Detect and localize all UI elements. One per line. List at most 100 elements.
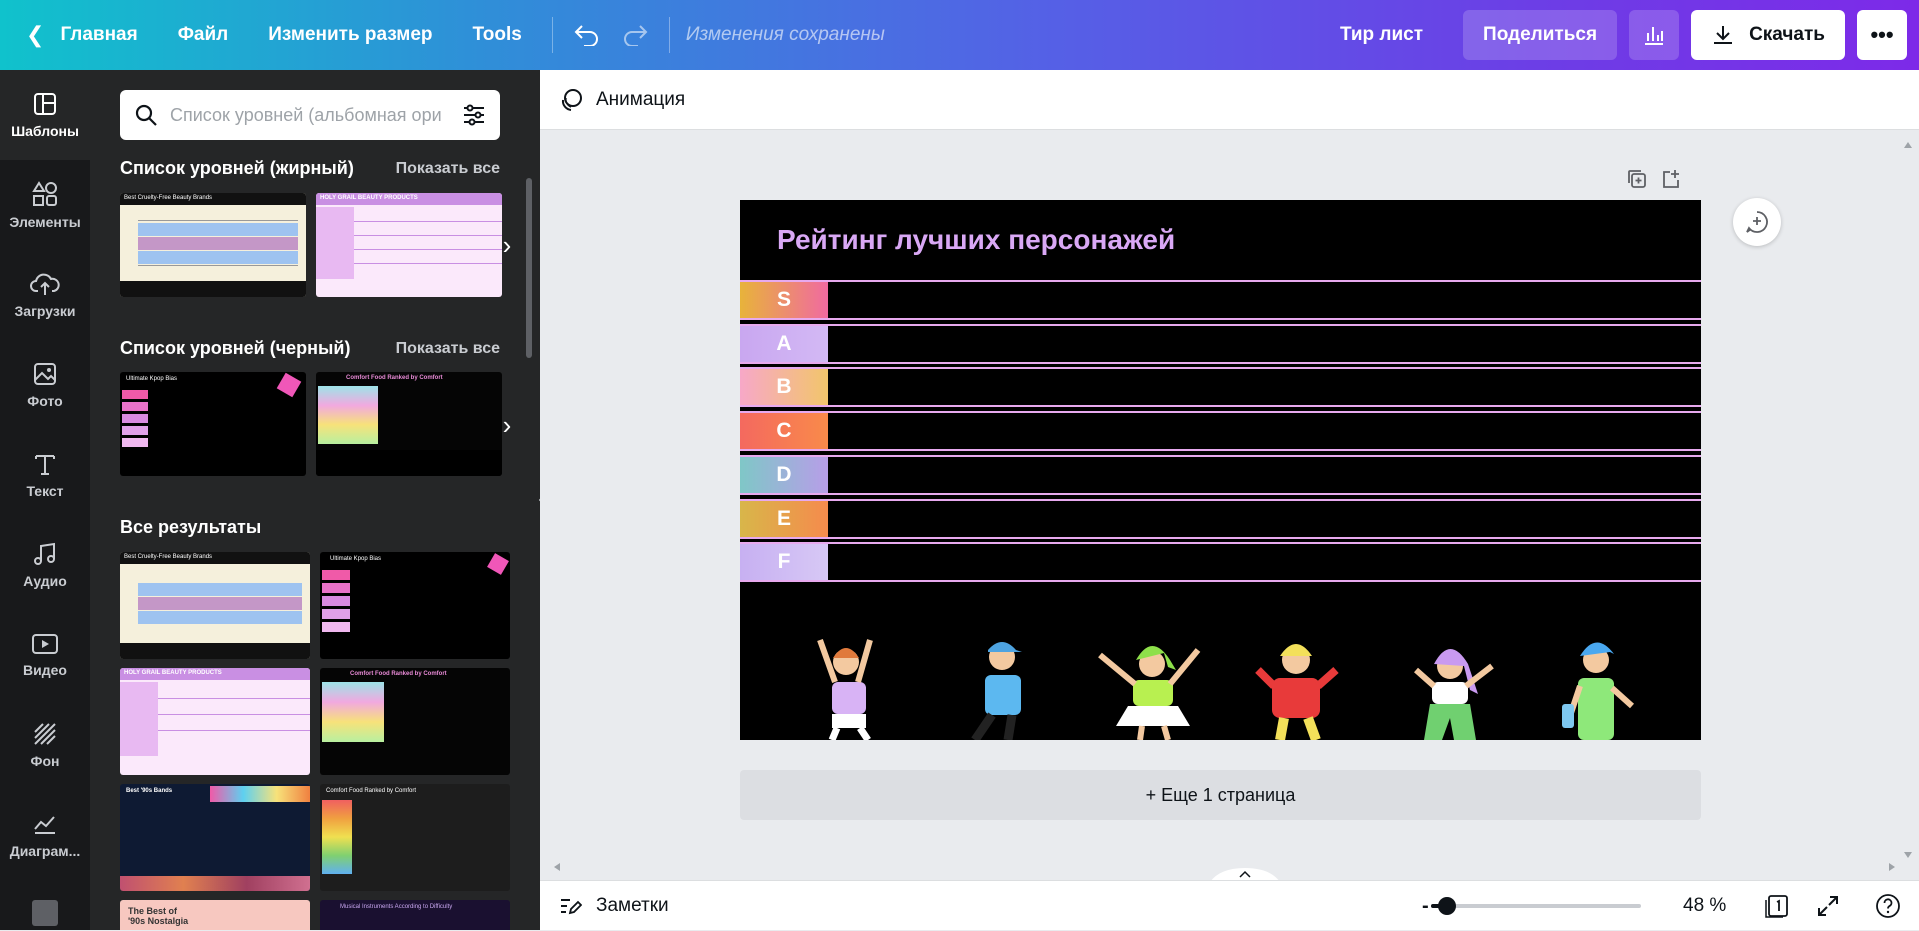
section-title: Список уровней (жирный): [120, 158, 354, 178]
template-thumbnail[interactable]: Best Cruelty-Free Beauty Brands: [120, 193, 306, 297]
add-comment-button[interactable]: [1733, 198, 1781, 246]
elements-icon: [32, 181, 57, 206]
show-all-link[interactable]: Показать все: [396, 160, 500, 178]
rail-label: Фон: [30, 753, 60, 769]
thumb-title: Musical Instruments According to Difficu…: [340, 904, 453, 910]
tier-row[interactable]: A: [740, 323, 1701, 364]
rail-item-elements[interactable]: Элементы: [0, 160, 90, 250]
tier-label[interactable]: B: [740, 369, 828, 406]
rail-item-video[interactable]: Видео: [0, 610, 90, 700]
more-options-button[interactable]: •••: [1857, 10, 1907, 60]
tier-row[interactable]: F: [740, 542, 1701, 583]
show-all-link[interactable]: Показать все: [396, 340, 500, 358]
redo-icon[interactable]: [611, 11, 659, 59]
animation-icon[interactable]: [558, 87, 584, 113]
text-icon: [35, 455, 55, 475]
zoom-slider[interactable]: [1430, 897, 1641, 915]
thumb-title: Ultimate Kpop Bias: [330, 556, 382, 562]
next-arrow-icon[interactable]: ›: [492, 220, 522, 270]
thumb-title: Best Cruelty-Free Beauty Brands: [120, 193, 306, 205]
design-name[interactable]: Тир лист: [1340, 24, 1423, 46]
page-count-icon[interactable]: [1760, 889, 1794, 923]
tier-label[interactable]: E: [740, 500, 828, 537]
top-bar-actions: Тир лист Поделиться Скачать •••: [1340, 0, 1919, 70]
zoom-out-icon[interactable]: -: [1422, 895, 1429, 918]
character-1: [817, 638, 873, 740]
help-icon[interactable]: [1871, 889, 1905, 923]
rail-item-templates[interactable]: Шаблоны: [0, 70, 90, 160]
template-thumbnail[interactable]: Ultimate Kpop Bias: [320, 552, 510, 659]
tools-menu[interactable]: Tools: [453, 0, 542, 70]
animation-button[interactable]: Анимация: [596, 89, 685, 111]
add-page-icon[interactable]: [1654, 162, 1688, 196]
download-button[interactable]: Скачать: [1691, 10, 1845, 60]
panel-scrollbar[interactable]: [526, 178, 532, 358]
qr-code-icon[interactable]: [32, 900, 58, 926]
tier-label[interactable]: F: [740, 544, 828, 581]
upload-cloud-icon: [30, 273, 60, 295]
home-label: Главная: [60, 24, 138, 45]
undo-icon[interactable]: [563, 11, 611, 59]
tier-row[interactable]: B: [740, 367, 1701, 408]
rail-item-background[interactable]: Фон: [0, 700, 90, 790]
template-thumbnail[interactable]: Ultimate Kpop Bias: [120, 372, 306, 476]
character-2: [971, 642, 1022, 740]
design-page[interactable]: Рейтинг лучших персонажей SABCDEF: [740, 200, 1701, 740]
rail-label: Диаграм...: [9, 843, 81, 859]
tier-label[interactable]: A: [740, 325, 828, 362]
next-arrow-icon[interactable]: ›: [492, 400, 522, 450]
template-thumbnail[interactable]: The Best of '90s Nostalgia: [120, 900, 310, 930]
rail-item-photos[interactable]: Фото: [0, 340, 90, 430]
template-thumbnail[interactable]: Best Cruelty-Free Beauty Brands: [120, 552, 310, 659]
character-4: [1255, 644, 1339, 740]
resize-button[interactable]: Изменить размер: [248, 0, 452, 70]
home-button[interactable]: ❮ Главная: [0, 0, 158, 70]
section-title: Все результаты: [120, 517, 262, 537]
rail-label: Шаблоны: [11, 123, 79, 139]
video-icon: [32, 634, 58, 654]
tier-row[interactable]: E: [740, 498, 1701, 539]
notes-button[interactable]: Заметки: [558, 894, 669, 918]
template-thumbnail[interactable]: Musical Instruments According to Difficu…: [320, 900, 510, 930]
thumb-title: Comfort Food Ranked by Comfort: [346, 375, 443, 381]
tier-row[interactable]: D: [740, 454, 1701, 495]
template-thumbnail[interactable]: HOLY GRAIL BEAUTY PRODUCTS: [316, 193, 502, 297]
vertical-scrollbar[interactable]: [1903, 140, 1913, 860]
filter-icon[interactable]: [462, 103, 486, 127]
chart-icon: [34, 816, 55, 834]
rail-item-uploads[interactable]: Загрузки: [0, 250, 90, 340]
save-status: Изменения сохранены: [685, 24, 885, 45]
duplicate-page-icon[interactable]: [1620, 162, 1654, 196]
characters-illustration[interactable]: [740, 620, 1701, 740]
search-input[interactable]: [170, 104, 462, 126]
thumb-title: HOLY GRAIL BEAUTY PRODUCTS: [120, 668, 310, 680]
template-thumbnail[interactable]: Comfort Food Ranked by Comfort: [320, 784, 510, 891]
template-thumbnail[interactable]: Comfort Food Ranked by Comfort: [320, 668, 510, 775]
zoom-slider-handle[interactable]: [1438, 897, 1457, 915]
zoom-percentage[interactable]: 48 %: [1683, 895, 1726, 917]
add-more-pages-button[interactable]: + Еще 1 страница: [740, 770, 1701, 820]
rail-label: Аудио: [23, 573, 67, 589]
tier-label[interactable]: C: [740, 413, 828, 450]
tier-row[interactable]: S: [740, 280, 1701, 320]
top-bar: ❮ Главная Файл Изменить размер Tools Изм…: [0, 0, 1919, 70]
section-title: Список уровней (черный): [120, 338, 351, 358]
file-menu[interactable]: Файл: [158, 0, 249, 70]
template-thumbnail[interactable]: HOLY GRAIL BEAUTY PRODUCTS: [120, 668, 310, 775]
tier-label[interactable]: D: [740, 456, 828, 493]
tier-label[interactable]: S: [740, 282, 828, 318]
tier-row[interactable]: C: [740, 411, 1701, 452]
insights-button[interactable]: [1629, 10, 1680, 60]
design-title[interactable]: Рейтинг лучших персонажей: [777, 224, 1175, 256]
templates-icon: [34, 93, 56, 115]
template-thumbnail[interactable]: Comfort Food Ranked by Comfort: [316, 372, 502, 476]
rail-item-text[interactable]: Текст: [0, 430, 90, 520]
template-thumbnail[interactable]: Best '90s Bands: [120, 784, 310, 891]
rail-item-charts[interactable]: Диаграм...: [0, 790, 90, 880]
templates-panel: Список уровней (жирный) Показать все Bes…: [90, 70, 540, 930]
fullscreen-icon[interactable]: [1811, 889, 1845, 923]
share-button[interactable]: Поделиться: [1463, 10, 1618, 60]
character-3: [1098, 646, 1201, 740]
rail-item-audio[interactable]: Аудио: [0, 520, 90, 610]
download-icon: [1714, 26, 1733, 44]
